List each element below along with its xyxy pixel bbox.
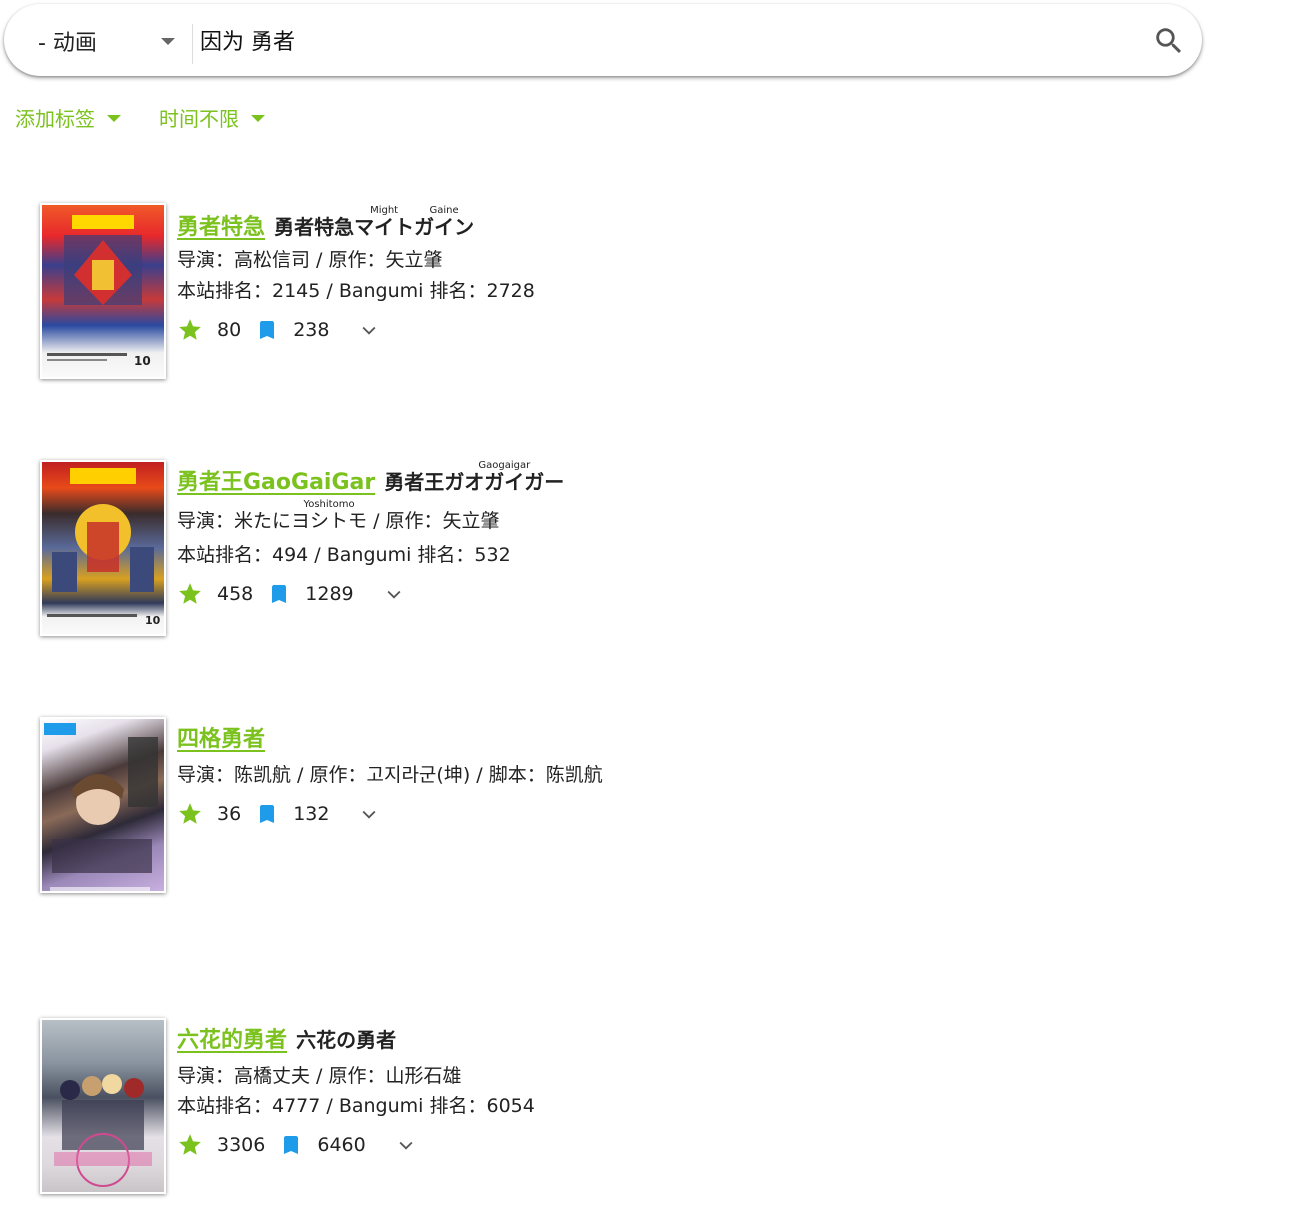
search-input[interactable] (200, 22, 1100, 58)
title-link[interactable]: 四格勇者 (177, 727, 265, 752)
tag-filter[interactable]: 添加标签 (15, 102, 121, 132)
title-jp-part: ガオガイガー (444, 470, 565, 494)
star-icon (179, 319, 201, 340)
bookmark-icon (260, 805, 275, 823)
title-jp-part: マイト (354, 215, 415, 239)
title-link[interactable]: 勇者王GaoGaiGar (177, 470, 375, 495)
credits: 导演：米たにヨシトモYoshitomo / 原作：矢立肇 (177, 499, 500, 533)
title-link[interactable]: 六花的勇者 (177, 1028, 287, 1053)
rank: 本站排名：4777 / Bangumi 排名：6054 (177, 1095, 535, 1117)
cover-image[interactable]: 10 (40, 203, 166, 379)
stats-row: 80 238 (177, 315, 379, 345)
star-icon (179, 583, 201, 604)
poster-art (44, 723, 158, 891)
title-row: 六花的勇者 六花の勇者 (177, 1022, 396, 1054)
ruby-text: Yoshitomo (291, 499, 368, 510)
stats-row: 3306 6460 (177, 1130, 416, 1160)
category-select[interactable]: - 动画 (4, 4, 192, 76)
search-bar: - 动画 (4, 4, 1202, 76)
time-dropdown-icon (251, 114, 265, 122)
title-jp-part: 勇者特急 (274, 215, 355, 239)
rating-count: 80 (217, 319, 242, 341)
rating-count: 3306 (217, 1134, 266, 1156)
search-button[interactable] (1152, 24, 1186, 58)
rank: 本站排名：494 / Bangumi 排名：532 (177, 544, 511, 566)
rating-count: 36 (217, 803, 242, 825)
tag-filter-label: 添加标签 (15, 106, 95, 131)
cover-image[interactable]: 10 (40, 460, 166, 636)
title-link[interactable]: 勇者特急 (177, 215, 265, 240)
bookmark-icon (272, 585, 287, 603)
search-icon (1156, 28, 1182, 54)
chevron-down-icon[interactable] (396, 1135, 416, 1155)
credits: 导演：高橋丈夫 / 原作：山形石雄 (177, 1065, 462, 1087)
poster-art: 10 (47, 215, 151, 368)
title-row: 勇者王GaoGaiGar 勇者王ガオガイガーGaogaigar (177, 460, 564, 496)
ruby-text: Gaogaigar (444, 460, 565, 471)
director-name-ruby: ヨシトモ (291, 510, 368, 532)
credits: 导演：高松信司 / 原作：矢立肇 (177, 249, 443, 271)
star-icon (179, 803, 201, 824)
collect-count: 1289 (305, 583, 354, 605)
rank: 本站排名：2145 / Bangumi 排名：2728 (177, 280, 535, 302)
title-jp-part: 勇者王 (384, 470, 445, 494)
collect-count: 132 (293, 803, 330, 825)
dropdown-arrow-icon (161, 38, 175, 45)
poster-art: 10 (47, 468, 161, 627)
time-filter[interactable]: 时间不限 (159, 102, 265, 132)
poster-art (54, 1074, 152, 1187)
chevron-down-icon[interactable] (384, 584, 404, 604)
tag-dropdown-icon (107, 114, 121, 122)
stats-row: 36 132 (177, 799, 379, 829)
title-jp-part: ガイン (414, 215, 475, 239)
bookmark-icon (284, 1136, 299, 1154)
bookmark-icon (260, 321, 275, 339)
title-row: 勇者特急 勇者特急マイトMightガインGaine (177, 205, 474, 241)
credits-director: 导演：米たに (177, 510, 292, 532)
title-jp: 勇者王ガオガイガーGaogaigar (384, 460, 565, 494)
cover-image[interactable] (40, 1018, 166, 1194)
category-label: - 动画 (38, 31, 97, 56)
title-jp: 勇者特急マイトMightガインGaine (274, 205, 475, 239)
time-filter-label: 时间不限 (159, 106, 239, 131)
svg-text:10: 10 (145, 614, 161, 627)
credits: 导演：陈凯航 / 原作：고지라군(坤) / 脚本：陈凯航 (177, 764, 603, 786)
stats-row: 458 1289 (177, 579, 404, 609)
ruby-text: Might (354, 205, 415, 216)
collect-count: 238 (293, 319, 330, 341)
credits-rest: / 原作：矢立肇 (367, 510, 500, 532)
svg-text:10: 10 (134, 354, 151, 368)
star-icon (179, 1134, 201, 1155)
rating-count: 458 (217, 583, 254, 605)
chevron-down-icon[interactable] (359, 320, 379, 340)
ruby-text: Gaine (414, 205, 475, 216)
divider (192, 24, 193, 64)
chevron-down-icon[interactable] (359, 804, 379, 824)
title-jp: 六花の勇者 (296, 1028, 397, 1052)
title-row: 四格勇者 (177, 721, 265, 753)
collect-count: 6460 (317, 1134, 366, 1156)
cover-image[interactable] (40, 717, 166, 893)
